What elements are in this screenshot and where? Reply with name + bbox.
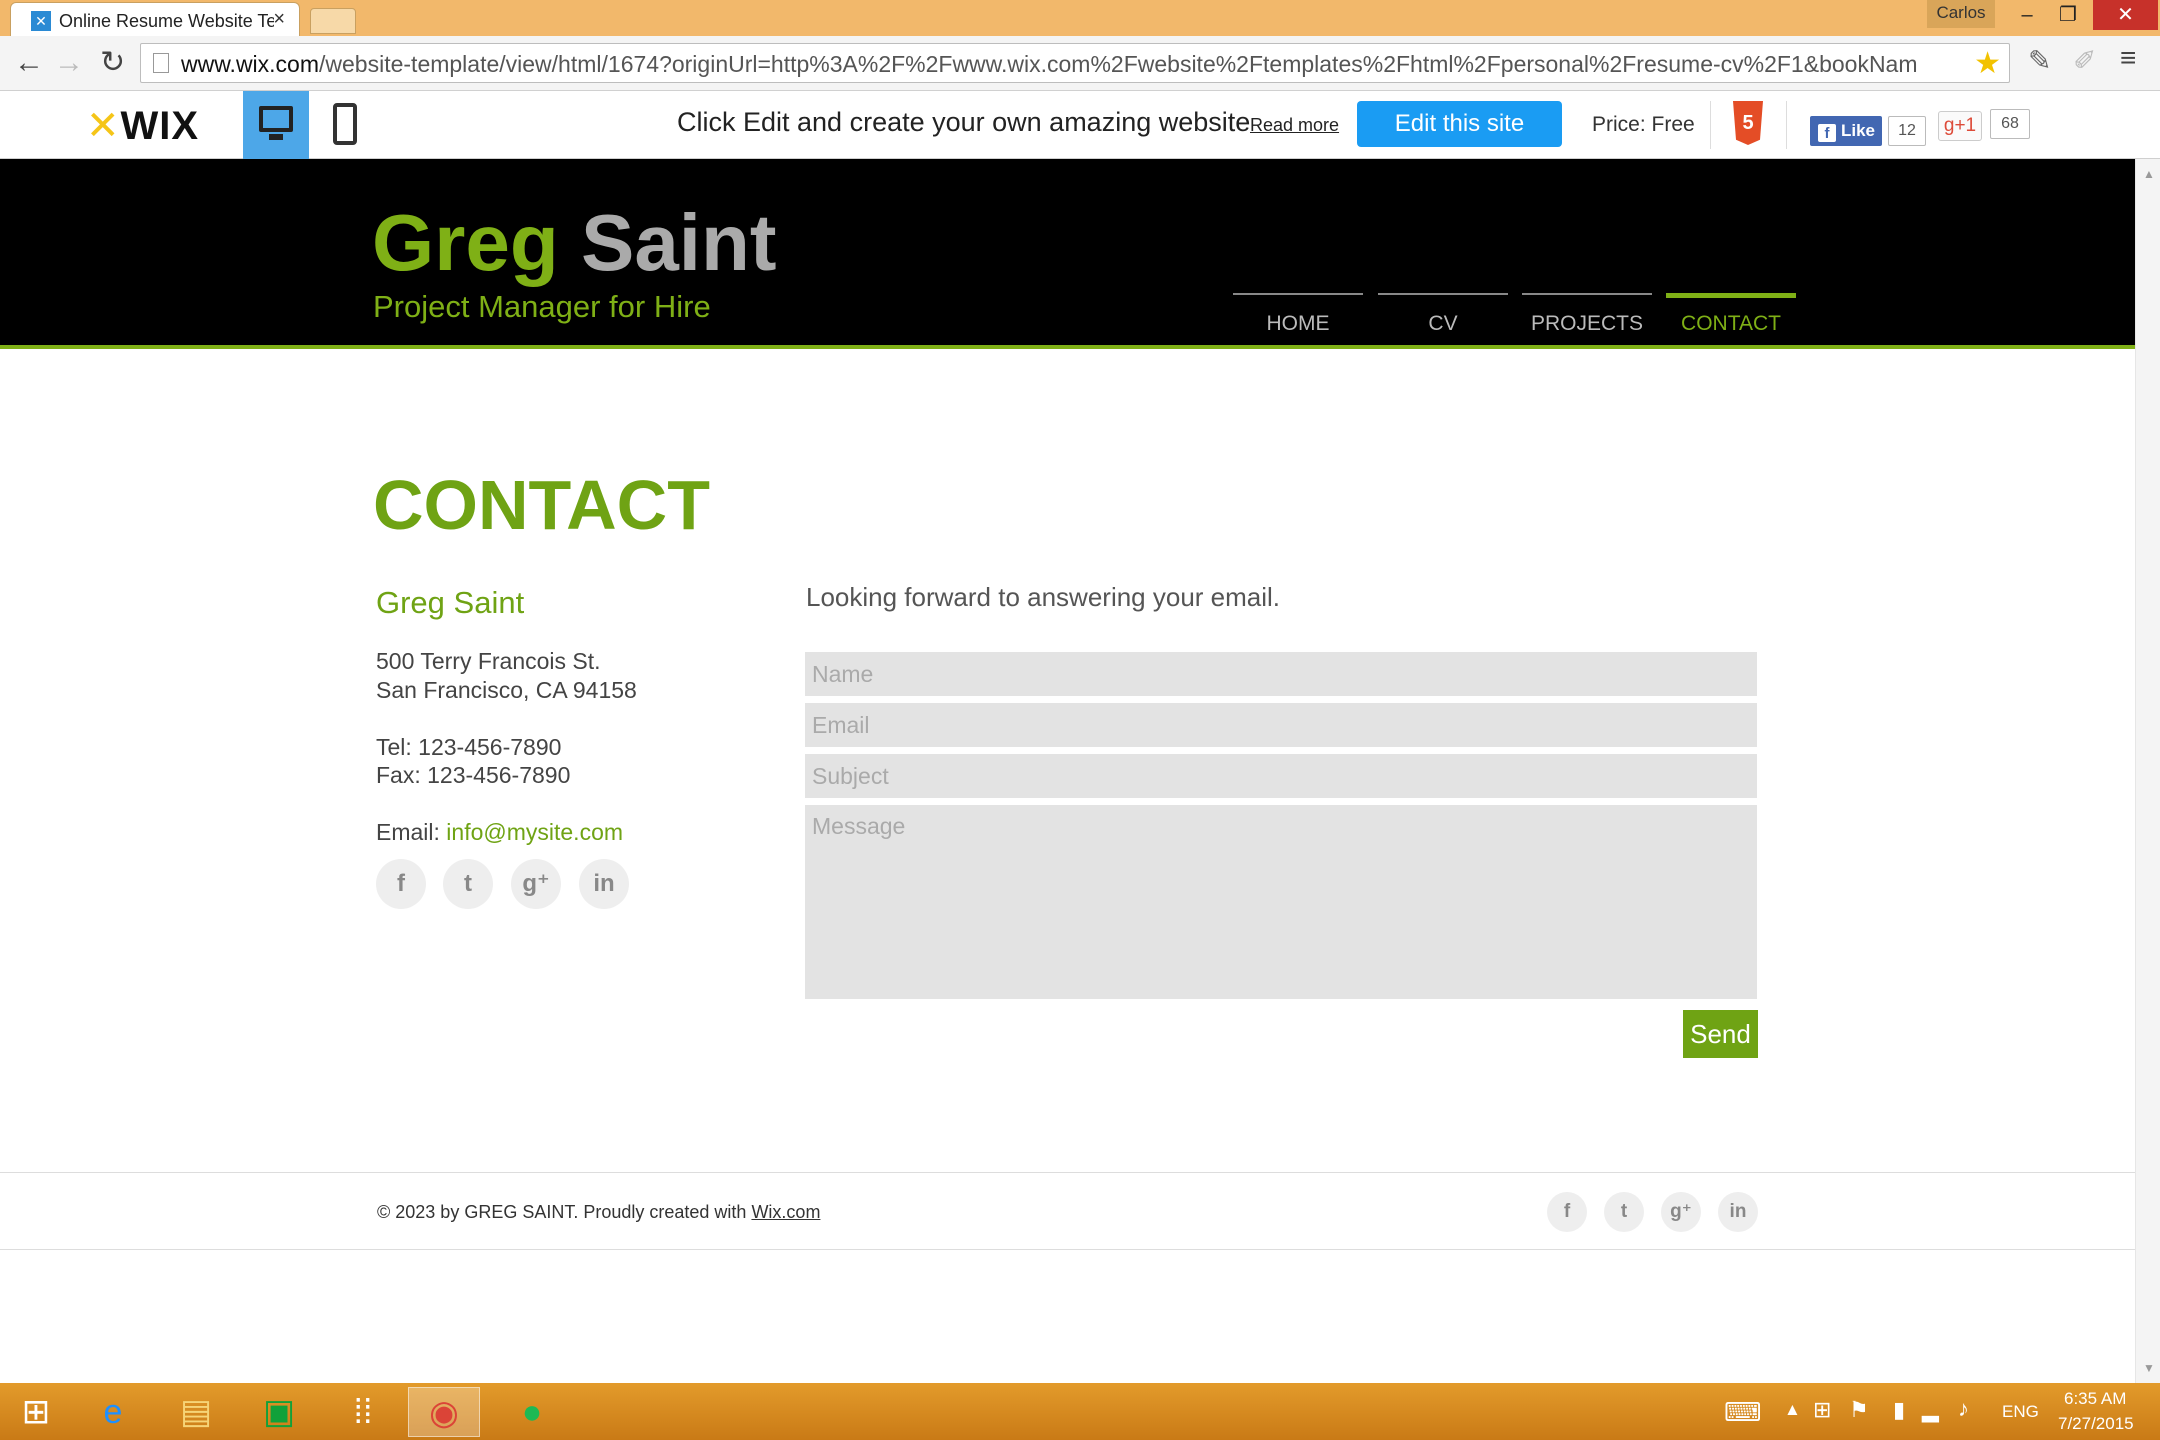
facebook-icon[interactable]: f	[376, 859, 426, 909]
message-field[interactable]	[805, 805, 1757, 999]
keyboard-icon[interactable]: ⌨	[1724, 1397, 1762, 1428]
address-line-1: 500 Terry Francois St.	[376, 648, 601, 674]
store-icon[interactable]: ▣	[243, 1387, 315, 1437]
email-line: Email: info@mysite.com	[376, 819, 624, 845]
spotify-icon[interactable]: ●	[496, 1387, 568, 1437]
back-icon[interactable]: ←	[14, 48, 44, 78]
wix-preview-bar: ✕WIX Click Edit and create your own amaz…	[0, 91, 2160, 159]
name-field[interactable]	[805, 652, 1757, 696]
page-title: CONTACT	[373, 466, 710, 544]
scroll-up-icon[interactable]: ▲	[2143, 167, 2155, 181]
browser-tab[interactable]: ✕ Online Resume Website Te ×	[10, 2, 300, 36]
nav-contact[interactable]: CONTACT	[1666, 293, 1796, 341]
google-plus-button[interactable]: g+1	[1938, 111, 1982, 141]
facebook-like-count: 12	[1888, 116, 1926, 146]
file-explorer-icon[interactable]: ▤	[160, 1387, 232, 1437]
facebook-like-button[interactable]: f Like	[1810, 116, 1882, 146]
clock-time[interactable]: 6:35 AM	[2064, 1389, 2126, 1409]
facebook-icon: f	[1818, 124, 1836, 142]
desktop-view-button[interactable]	[243, 91, 309, 159]
linkedin-icon[interactable]: in	[579, 859, 629, 909]
divider	[1786, 101, 1787, 149]
windows-taskbar: ⊞ e ▤ ▣ ⁞⁞ ◉ ● ⌨ ▲ ⊞ ⚑ ▮ ▂ ♪ ENG 6:35 AM…	[0, 1383, 2160, 1440]
windows-tray-icon[interactable]: ⊞	[1813, 1397, 1831, 1423]
forward-icon[interactable]: →	[54, 48, 84, 78]
contact-intro: Looking forward to answering your email.	[806, 582, 1281, 612]
browser-titlebar: ✕ Online Resume Website Te × Carlos – ❐ …	[0, 0, 2160, 36]
language-indicator[interactable]: ENG	[2002, 1402, 2039, 1422]
mobile-view-icon[interactable]	[333, 103, 357, 145]
footer-copyright: © 2023 by GREG SAINT. Proudly created wi…	[377, 1202, 821, 1222]
page-icon	[153, 53, 169, 73]
twitter-icon[interactable]: t	[1604, 1192, 1644, 1232]
new-tab-button[interactable]	[310, 8, 356, 34]
site-title[interactable]: Greg Saint	[372, 203, 777, 283]
send-button[interactable]: Send	[1683, 1010, 1758, 1058]
volume-icon[interactable]: ♪	[1958, 1396, 1969, 1422]
html5-icon: 5	[1733, 101, 1763, 145]
url-text[interactable]: www.wix.com/website-template/view/html/1…	[181, 51, 1961, 78]
footer-divider	[0, 1172, 2135, 1173]
google-plus-count: 68	[1990, 109, 2030, 139]
fax: Fax: 123-456-7890	[376, 762, 571, 788]
scroll-down-icon[interactable]: ▼	[2143, 1361, 2155, 1375]
linkedin-icon[interactable]: in	[1718, 1192, 1758, 1232]
google-plus-icon[interactable]: g⁺	[511, 859, 561, 909]
tab-title: Online Resume Website Te	[59, 11, 274, 31]
windows-start-icon[interactable]: ⊞	[0, 1387, 72, 1437]
site-tagline: Project Manager for Hire	[373, 289, 711, 324]
flag-icon[interactable]: ⚑	[1849, 1397, 1869, 1423]
facebook-icon[interactable]: f	[1547, 1192, 1587, 1232]
desktop-monitor-icon	[259, 106, 293, 132]
address-line-2: San Francisco, CA 94158	[376, 677, 637, 703]
wix-logo[interactable]: ✕WIX	[86, 103, 199, 149]
google-plus-icon[interactable]: g⁺	[1661, 1192, 1701, 1232]
profile-user-badge[interactable]: Carlos	[1927, 0, 1995, 28]
nav-cv[interactable]: CV	[1378, 293, 1508, 341]
site-header: Greg Saint Project Manager for Hire HOME…	[0, 159, 2135, 349]
menu-icon[interactable]: ≡	[2120, 42, 2136, 74]
pencil-extension-icon[interactable]: ✐	[2073, 44, 2096, 77]
apps-icon[interactable]: ⁞⁞	[327, 1387, 399, 1437]
eyedropper-extension-icon[interactable]: ✎	[2028, 44, 2051, 77]
chrome-icon[interactable]: ◉	[408, 1387, 480, 1437]
telephone: Tel: 123-456-7890	[376, 734, 562, 760]
window-close-icon[interactable]: ✕	[2093, 0, 2158, 30]
email-link[interactable]: info@mysite.com	[446, 819, 623, 845]
divider	[1710, 101, 1711, 149]
reload-icon[interactable]: ↻	[100, 48, 125, 78]
footer-wix-link[interactable]: Wix.com	[751, 1202, 820, 1222]
nav-home[interactable]: HOME	[1233, 293, 1363, 341]
network-icon[interactable]: ▂	[1922, 1397, 1939, 1423]
restore-icon[interactable]: ❐	[2043, 0, 2093, 30]
twitter-icon[interactable]: t	[443, 859, 493, 909]
price-label: Price: Free	[1592, 113, 1695, 136]
tray-expand-icon[interactable]: ▲	[1784, 1400, 1801, 1420]
internet-explorer-icon[interactable]: e	[77, 1387, 149, 1437]
edit-this-site-button[interactable]: Edit this site	[1357, 101, 1562, 147]
footer-divider	[0, 1249, 2135, 1250]
clock-date[interactable]: 7/27/2015	[2058, 1414, 2134, 1434]
read-more-link[interactable]: Read more	[1250, 115, 1339, 136]
email-field[interactable]	[805, 703, 1757, 747]
address-bar[interactable]: www.wix.com/website-template/view/html/1…	[140, 43, 2010, 83]
page-scrollbar[interactable]: ▲ ▼	[2135, 159, 2160, 1383]
wix-favicon-icon: ✕	[31, 11, 51, 31]
nav-projects[interactable]: PROJECTS	[1522, 293, 1652, 341]
browser-toolbar: ← → ↻ www.wix.com/website-template/view/…	[0, 36, 2160, 91]
battery-icon[interactable]: ▮	[1893, 1397, 1905, 1423]
subject-field[interactable]	[805, 754, 1757, 798]
tab-close-icon[interactable]: ×	[273, 8, 285, 31]
contact-name: Greg Saint	[376, 585, 525, 620]
bookmark-star-icon[interactable]: ★	[1974, 46, 2001, 81]
promo-text: Click Edit and create your own amazing w…	[677, 107, 1251, 137]
